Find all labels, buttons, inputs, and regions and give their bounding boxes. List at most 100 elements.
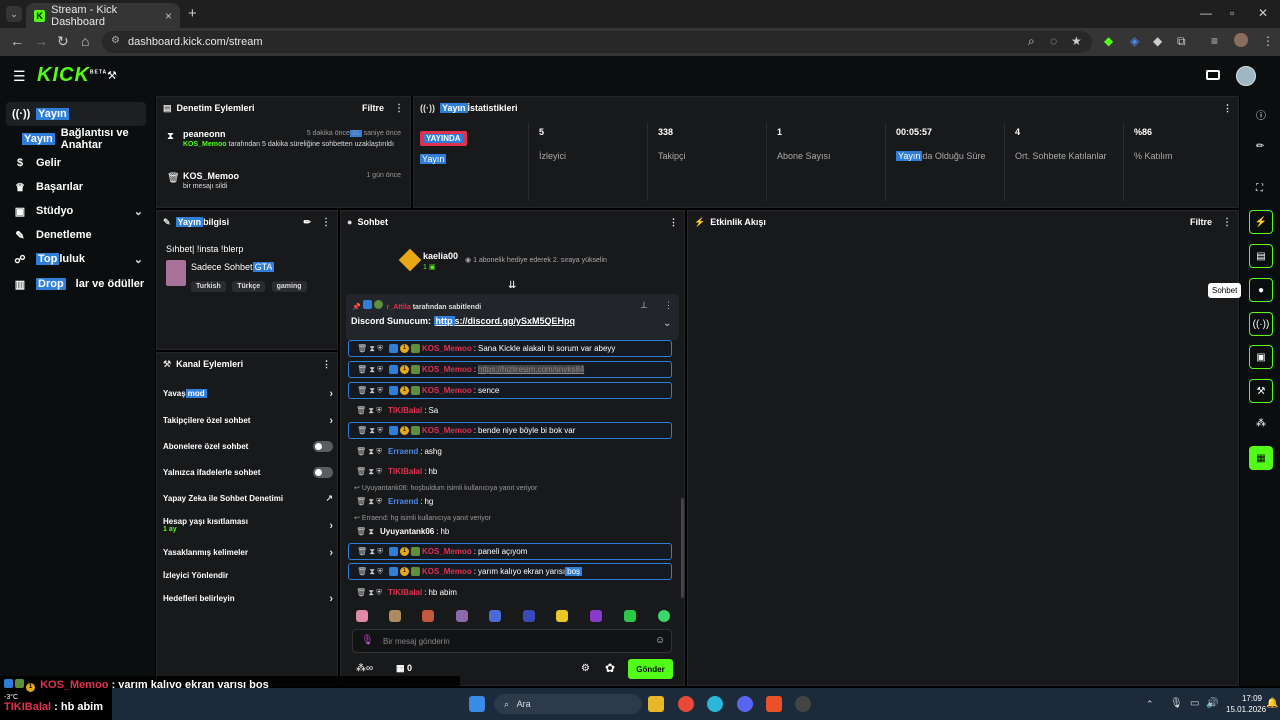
filter-button[interactable]: Filtre xyxy=(1190,217,1212,227)
home-icon[interactable]: ⌂ xyxy=(81,33,89,49)
emotes-only-toggle[interactable] xyxy=(313,467,333,478)
gift-leader-user[interactable]: kaelia00 xyxy=(423,251,458,261)
raid-viewers-item[interactable]: İzleyici Yönlendir xyxy=(163,571,333,580)
chat-toggle-button[interactable]: ● xyxy=(1249,278,1273,302)
minimize-icon[interactable]: — xyxy=(1200,6,1212,20)
more-icon[interactable]: ⋮ xyxy=(1223,103,1232,114)
file-explorer-icon[interactable] xyxy=(648,696,664,712)
emote-icon[interactable] xyxy=(523,610,535,622)
sidebar-item-community[interactable]: ☍ Top luluk ⌄ xyxy=(0,247,155,271)
sidebar-item-revenue[interactable]: $ Gelir xyxy=(0,151,155,175)
puzzle-icon[interactable]: ⧉ xyxy=(1177,34,1186,49)
chat-message[interactable]: 🗑 ⧗ ⛨ Erraend: hg xyxy=(348,493,672,510)
chat-message[interactable]: 🗑 ⧗ ⛨ TIKIBalal: hb xyxy=(348,463,672,480)
layout-toggle-button[interactable]: ▣ xyxy=(1249,345,1273,369)
category-name[interactable]: Sadece Sohbet GTA xyxy=(191,262,275,272)
extension-icon[interactable]: ◆ xyxy=(1153,34,1162,48)
account-age-item[interactable]: Hesap yaşı kısıtlaması 1 ay › xyxy=(163,517,333,533)
user-avatar[interactable] xyxy=(1236,66,1256,86)
pinned-more-icon[interactable]: ⋮ xyxy=(664,300,673,311)
chevron-down-icon[interactable]: ⌄ xyxy=(663,318,671,329)
taskbar-clock[interactable]: 17:09 15.01.2026 xyxy=(1226,693,1266,715)
chat-input[interactable]: 🎙 Bir mesaj gönderin ☺ xyxy=(352,629,672,653)
sidebar-item-moderation[interactable]: ✎ Denetleme xyxy=(0,223,155,247)
mod-entry-actor[interactable]: KOS_Memoo xyxy=(183,141,227,148)
tag[interactable]: Türkçe xyxy=(232,281,266,292)
microphone-tray-icon[interactable]: 🎙 xyxy=(1170,698,1183,709)
sidebar-item-achievements[interactable]: ♛ Başarılar xyxy=(0,175,155,199)
eye-off-icon[interactable]: ◌ xyxy=(1050,34,1057,48)
ai-moderation-item[interactable]: Yapay Zeka ile Sohbet Denetimi ↗ xyxy=(163,493,333,503)
edge-icon[interactable] xyxy=(707,696,723,712)
maximize-icon[interactable]: ▫ xyxy=(1230,6,1234,20)
chat-message[interactable]: 🗑 ⧗ ⛨ TIKIBalal: Sa xyxy=(348,402,672,419)
chat-scrollbar[interactable] xyxy=(681,498,684,598)
browser-tab[interactable]: K Stream - Kick Dashboard × xyxy=(26,3,180,28)
expand-goal-icon[interactable]: ⇊ xyxy=(508,280,516,291)
chat-message[interactable]: 🗑 ⧗ ⛨ 1 KOS_Memoo: Sana Kickle alakalı bi… xyxy=(348,340,672,357)
close-window-icon[interactable]: ✕ xyxy=(1258,6,1268,20)
emote-icon[interactable] xyxy=(456,610,468,622)
more-icon[interactable]: ⋮ xyxy=(669,217,678,228)
info-icon[interactable]: ⓘ xyxy=(1256,107,1266,122)
edit-pencil-icon[interactable]: ✏ xyxy=(1256,141,1264,152)
emote-icon[interactable] xyxy=(356,610,368,622)
emote-icon[interactable] xyxy=(624,610,636,622)
reload-icon[interactable]: ↻ xyxy=(57,33,69,50)
chat-message[interactable]: 🗑 ⧗ ⛨ Erraend: ashg xyxy=(348,443,672,460)
chat-settings-icon[interactable]: ⚙ xyxy=(581,663,590,674)
site-info-icon[interactable]: ⚙ xyxy=(111,35,120,46)
emote-icon[interactable] xyxy=(389,610,401,622)
unpin-icon[interactable]: ⊥ xyxy=(640,300,648,311)
bookmark-star-icon[interactable]: ★ xyxy=(1071,34,1082,48)
emote-icon[interactable] xyxy=(556,610,568,622)
address-bar[interactable]: ⚙ dashboard.kick.com/stream xyxy=(102,31,1092,53)
sidebar-item-drops[interactable]: ▥ Drop lar ve ödüller xyxy=(0,272,155,296)
steam-icon[interactable] xyxy=(795,696,811,712)
forward-icon[interactable]: → xyxy=(34,33,48,49)
chat-message[interactable]: 🗑 ⧗ ⛨ 1 KOS_Memoo: https://hizliresim.com… xyxy=(348,361,672,378)
browser-menu-icon[interactable]: ⋮ xyxy=(1262,34,1274,48)
new-tab-button[interactable]: + xyxy=(188,5,197,22)
send-button[interactable]: Gönder xyxy=(628,659,673,679)
hamburger-menu-icon[interactable]: ☰ xyxy=(13,68,26,85)
emote-icon[interactable] xyxy=(590,610,602,622)
tag[interactable]: Turkish xyxy=(191,281,226,292)
volume-icon[interactable]: 🔊 xyxy=(1206,698,1218,709)
chat-message[interactable]: 🗑 ⧗ ⛨ 1 KOS_Memoo: paneli açıyom xyxy=(348,543,672,560)
points-icon[interactable]: ⁂∞ xyxy=(356,663,373,674)
reply-context[interactable]: ↩ Erraend: hg isimli kullanıcıya yanıt v… xyxy=(354,514,491,522)
more-icon[interactable]: ⋮ xyxy=(322,359,331,370)
zoom-icon[interactable]: ⌕ xyxy=(1028,34,1035,49)
chat-message[interactable]: 🗑 ⧗ ⛨ 1 KOS_Memoo: bende niye böyle bi bo… xyxy=(348,422,672,439)
community-icon[interactable]: ⁂ xyxy=(1256,418,1266,429)
rewards-icon[interactable]: ✿ xyxy=(605,661,615,675)
notifications-icon[interactable]: 🔔 xyxy=(1266,698,1278,709)
slow-mode-item[interactable]: Yavaş mod › xyxy=(163,388,333,400)
edit-pencil-icon[interactable]: ✏ xyxy=(303,217,311,228)
tray-chevron-icon[interactable]: ⌃ xyxy=(1146,699,1154,710)
filter-button[interactable]: Filtre xyxy=(362,103,384,113)
more-icon[interactable]: ⋮ xyxy=(394,103,404,114)
chat-message[interactable]: 🗑 ⧗ Uyuyantank06: hb xyxy=(348,523,672,540)
chat-message[interactable]: 🗑 ⧗ ⛨ 1 KOS_Memoo: yarım kalıyo ekran yar… xyxy=(348,563,672,580)
emote-icon[interactable] xyxy=(658,610,670,622)
windows-start-icon[interactable] xyxy=(469,696,485,712)
add-widget-button[interactable]: ▦ xyxy=(1249,446,1273,470)
tab-search-icon[interactable]: ⌄ xyxy=(6,6,22,22)
chat-message[interactable]: 🗑 ⧗ ⛨ 1 KOS_Memoo: sence xyxy=(348,382,672,399)
emote-icon[interactable] xyxy=(489,610,501,622)
tools-toggle-button[interactable]: ⚒ xyxy=(1249,379,1273,403)
activity-toggle-button[interactable]: ⚡ xyxy=(1249,210,1273,234)
tag[interactable]: gaming xyxy=(271,281,307,292)
extension-badge-icon[interactable]: ◈ xyxy=(1130,34,1139,48)
chat-message[interactable]: 🗑 ⧗ ⛨ TIKIBalal: hb abim xyxy=(348,584,672,601)
kick-logo[interactable]: KICKBETA xyxy=(37,64,107,87)
sidebar-item-studio[interactable]: ▣ Stüdyo ⌄ xyxy=(0,199,155,223)
banned-words-item[interactable]: Yasaklanmış kelimeler › xyxy=(163,547,333,559)
profile-avatar[interactable] xyxy=(1234,33,1248,47)
studio-mode-icon[interactable] xyxy=(1206,70,1220,80)
reply-context[interactable]: ↩ Uyuyantank06: hoşbuldum isimli kullanı… xyxy=(354,484,537,492)
taskbar-search[interactable]: ⌕ Ara xyxy=(494,694,642,714)
discord-icon[interactable] xyxy=(737,696,753,712)
